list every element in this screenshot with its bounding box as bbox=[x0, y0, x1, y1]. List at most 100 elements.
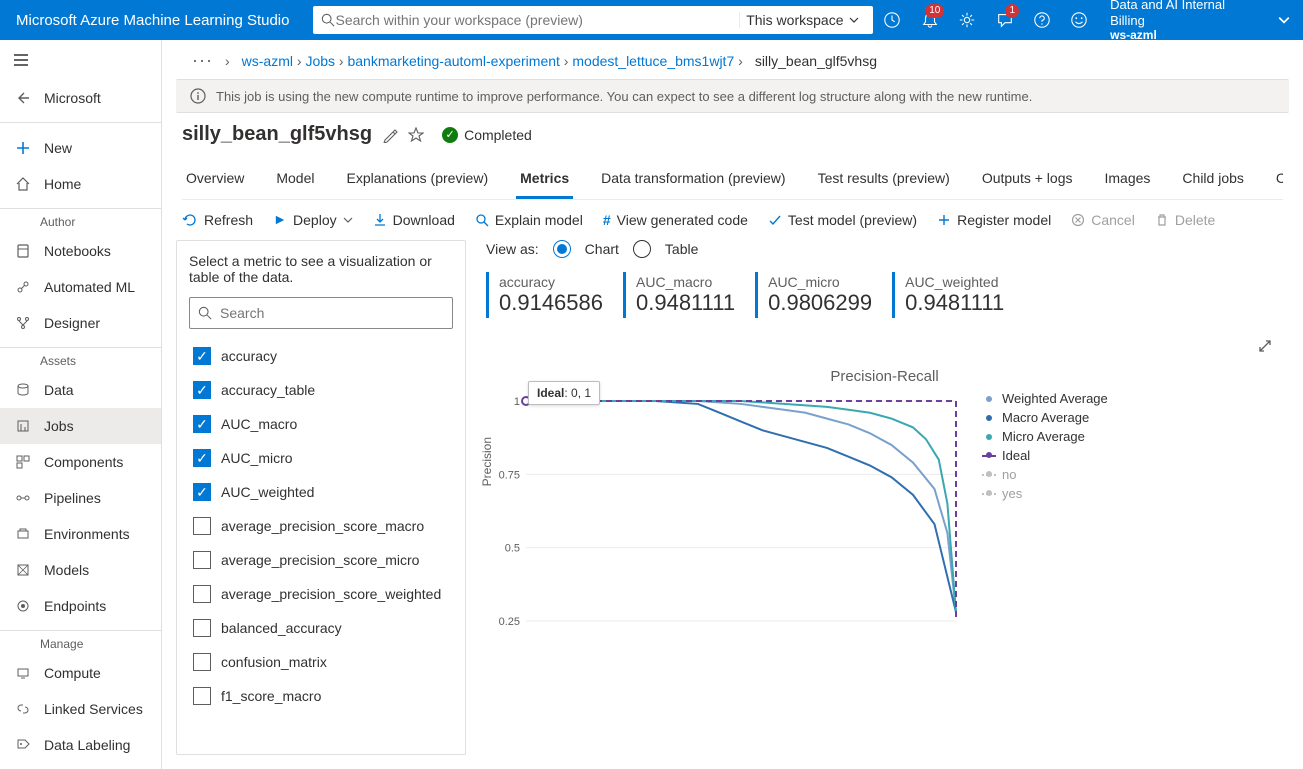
checkbox-icon[interactable] bbox=[193, 653, 211, 671]
tab-child-jobs[interactable]: Child jobs bbox=[1178, 160, 1247, 199]
checkbox-icon[interactable]: ✓ bbox=[193, 381, 211, 399]
metric-label: average_precision_score_micro bbox=[221, 552, 419, 568]
legend-item[interactable]: no bbox=[982, 467, 1108, 482]
nav-back-label: Microsoft bbox=[44, 90, 101, 106]
clock-icon[interactable] bbox=[873, 0, 910, 40]
legend-item[interactable]: Micro Average bbox=[982, 429, 1108, 444]
expand-icon[interactable] bbox=[1257, 338, 1273, 357]
tab-model[interactable]: Model bbox=[272, 160, 318, 199]
hamburger-icon[interactable] bbox=[0, 40, 161, 80]
metric-label: average_precision_score_macro bbox=[221, 518, 424, 534]
topbar: Microsoft Azure Machine Learning Studio … bbox=[0, 0, 1303, 40]
legend-item[interactable]: yes bbox=[982, 486, 1108, 501]
radio-chart[interactable] bbox=[553, 240, 571, 258]
tab-images[interactable]: Images bbox=[1101, 160, 1155, 199]
tab-outputs-logs[interactable]: Outputs + logs bbox=[978, 160, 1077, 199]
metric-accuracy[interactable]: ✓accuracy bbox=[189, 339, 449, 373]
cancel-button[interactable]: Cancel bbox=[1071, 212, 1135, 228]
checkbox-icon[interactable] bbox=[193, 687, 211, 705]
radio-table[interactable] bbox=[633, 240, 651, 258]
refresh-button[interactable]: Refresh bbox=[182, 212, 253, 228]
metric-f1_score_macro[interactable]: f1_score_macro bbox=[189, 679, 449, 713]
checkbox-icon[interactable]: ✓ bbox=[193, 483, 211, 501]
precision-recall-chart[interactable]: Ideal: 0, 1 0.250.50.751 Precision bbox=[486, 391, 966, 631]
nav-item-compute[interactable]: Compute bbox=[0, 655, 161, 691]
delete-button[interactable]: Delete bbox=[1155, 212, 1215, 228]
nav-item-data-labeling[interactable]: Data Labeling bbox=[0, 727, 161, 763]
metric-average_precision_score_micro[interactable]: average_precision_score_micro bbox=[189, 543, 449, 577]
smile-icon[interactable] bbox=[1061, 0, 1098, 40]
explain-model-button[interactable]: Explain model bbox=[475, 212, 583, 228]
chevron-down-icon[interactable] bbox=[1266, 0, 1303, 40]
feedback-icon[interactable]: 1 bbox=[986, 0, 1023, 40]
view-code-button[interactable]: #View generated code bbox=[603, 212, 748, 228]
nav-item-data[interactable]: Data bbox=[0, 372, 161, 408]
metric-search[interactable] bbox=[189, 297, 453, 329]
test-model-button[interactable]: Test model (preview) bbox=[768, 212, 917, 228]
tab-metrics[interactable]: Metrics bbox=[516, 160, 573, 199]
metric-AUC_weighted[interactable]: ✓AUC_weighted bbox=[189, 475, 449, 509]
metric-average_precision_score_weighted[interactable]: average_precision_score_weighted bbox=[189, 577, 449, 611]
checkbox-icon[interactable]: ✓ bbox=[193, 415, 211, 433]
nav-item-notebooks[interactable]: Notebooks bbox=[0, 233, 161, 269]
nav-item-endpoints[interactable]: Endpoints bbox=[0, 588, 161, 624]
legend-item[interactable]: Weighted Average bbox=[982, 391, 1108, 406]
checkbox-icon[interactable] bbox=[193, 619, 211, 637]
nav-item-components[interactable]: Components bbox=[0, 444, 161, 480]
chevron-down-icon bbox=[343, 215, 353, 225]
help-icon[interactable] bbox=[1023, 0, 1060, 40]
nav-item-automated-ml[interactable]: Automated ML bbox=[0, 269, 161, 305]
nav-home[interactable]: Home bbox=[0, 166, 161, 202]
nav-item-models[interactable]: Models bbox=[0, 552, 161, 588]
metric-AUC_macro[interactable]: ✓AUC_macro bbox=[189, 407, 449, 441]
breadcrumb-link[interactable]: bankmarketing-automl-experiment bbox=[347, 53, 559, 69]
tab-data-transformation-preview-[interactable]: Data transformation (preview) bbox=[597, 160, 789, 199]
breadcrumb-overflow[interactable]: ··· bbox=[192, 50, 213, 71]
checkbox-icon[interactable]: ✓ bbox=[193, 449, 211, 467]
metric-list[interactable]: ✓accuracy✓accuracy_table✓AUC_macro✓AUC_m… bbox=[189, 339, 453, 742]
chevron-right-icon: › bbox=[734, 53, 743, 69]
tab-code[interactable]: Code bbox=[1272, 160, 1283, 199]
breadcrumb-link[interactable]: modest_lettuce_bms1wjt7 bbox=[572, 53, 734, 69]
nav-item-pipelines[interactable]: Pipelines bbox=[0, 480, 161, 516]
nav-item-linked-services[interactable]: Linked Services bbox=[0, 691, 161, 727]
nav-item-jobs[interactable]: Jobs bbox=[0, 408, 161, 444]
metric-confusion_matrix[interactable]: confusion_matrix bbox=[189, 645, 449, 679]
nav-label: Data Labeling bbox=[44, 737, 130, 753]
deploy-button[interactable]: Deploy bbox=[273, 212, 353, 228]
nav-new[interactable]: New bbox=[0, 130, 161, 166]
tab-overview[interactable]: Overview bbox=[182, 160, 248, 199]
metrics-panel: View as: Chart Table accuracy0.9146586AU… bbox=[480, 240, 1289, 755]
metric-accuracy_table[interactable]: ✓accuracy_table bbox=[189, 373, 449, 407]
edit-icon[interactable] bbox=[382, 127, 398, 143]
register-model-button[interactable]: Register model bbox=[937, 212, 1051, 228]
legend-label: Micro Average bbox=[1002, 429, 1085, 444]
chevron-right-icon: › bbox=[225, 53, 230, 69]
search-input[interactable] bbox=[335, 12, 739, 28]
breadcrumb-link[interactable]: ws-azml bbox=[242, 53, 293, 69]
download-button[interactable]: Download bbox=[373, 212, 455, 228]
legend-item[interactable]: Macro Average bbox=[982, 410, 1108, 425]
metric-average_precision_score_macro[interactable]: average_precision_score_macro bbox=[189, 509, 449, 543]
gear-icon[interactable] bbox=[948, 0, 985, 40]
checkbox-icon[interactable] bbox=[193, 517, 211, 535]
bell-icon[interactable]: 10 bbox=[911, 0, 948, 40]
search-scope-label: This workspace bbox=[746, 12, 843, 28]
global-search[interactable]: This workspace bbox=[313, 6, 873, 34]
tab-explanations-preview-[interactable]: Explanations (preview) bbox=[343, 160, 493, 199]
metric-AUC_micro[interactable]: ✓AUC_micro bbox=[189, 441, 449, 475]
checkbox-icon[interactable] bbox=[193, 585, 211, 603]
nav-back[interactable]: Microsoft bbox=[0, 80, 161, 116]
nav-item-environments[interactable]: Environments bbox=[0, 516, 161, 552]
metric-search-input[interactable] bbox=[220, 305, 444, 321]
metric-balanced_accuracy[interactable]: balanced_accuracy bbox=[189, 611, 449, 645]
breadcrumb-link[interactable]: Jobs bbox=[305, 53, 335, 69]
nav-item-designer[interactable]: Designer bbox=[0, 305, 161, 341]
tab-test-results-preview-[interactable]: Test results (preview) bbox=[814, 160, 954, 199]
tenant-switcher[interactable]: Data and AI Internal Billing ws-azml bbox=[1098, 0, 1265, 43]
checkbox-icon[interactable]: ✓ bbox=[193, 347, 211, 365]
legend-item[interactable]: Ideal bbox=[982, 448, 1108, 463]
search-scope-dropdown[interactable]: This workspace bbox=[739, 12, 865, 28]
checkbox-icon[interactable] bbox=[193, 551, 211, 569]
star-icon[interactable] bbox=[408, 127, 424, 143]
